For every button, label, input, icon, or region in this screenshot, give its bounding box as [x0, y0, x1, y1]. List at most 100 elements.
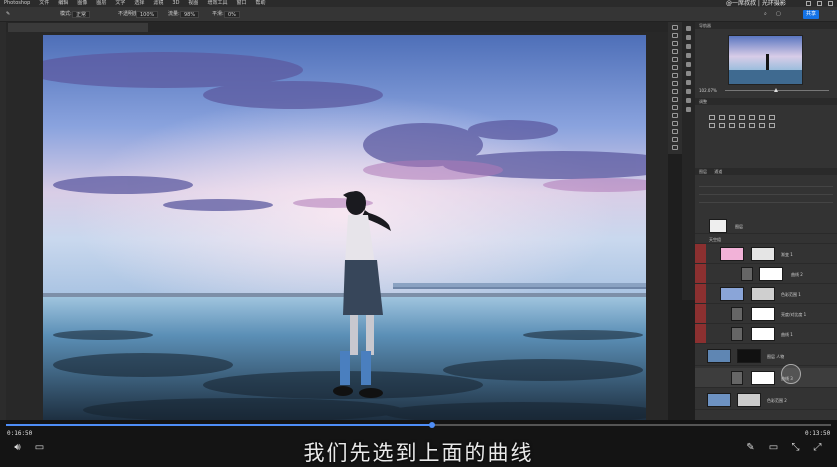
brush-tool-icon[interactable]: ✎ [6, 7, 10, 22]
healing-tool-icon[interactable] [672, 65, 678, 70]
lock-row[interactable] [699, 195, 833, 203]
layer-row[interactable]: 曲线 1 [695, 324, 837, 344]
menu-item-help[interactable]: 帮助 [255, 0, 265, 7]
pen-tool-icon[interactable] [672, 121, 678, 126]
marquee-tool-icon[interactable] [672, 33, 678, 38]
threshold-adjustment-icon[interactable] [769, 123, 775, 128]
zoom-slider-knob[interactable] [774, 88, 778, 92]
libraries-panel-icon[interactable] [686, 107, 691, 112]
zoom-value[interactable]: 102.07% [699, 88, 717, 93]
levels-adjustment-icon[interactable] [719, 115, 725, 120]
menu-item-edit[interactable]: 编辑 [58, 0, 68, 7]
balance-adjustment-icon[interactable] [769, 115, 775, 120]
layer-row[interactable]: 图层 [695, 218, 837, 234]
character-panel-icon[interactable] [686, 62, 691, 67]
menu-item-file[interactable]: 文件 [39, 0, 49, 7]
brush-panel-icon[interactable] [686, 53, 691, 58]
canvas-photo[interactable] [43, 35, 646, 425]
menu-item-view[interactable]: 视图 [188, 0, 198, 7]
hand-tool-icon[interactable] [672, 137, 678, 142]
channels-tab[interactable]: 通道 [714, 169, 722, 174]
menu-item-layer[interactable]: 图层 [96, 0, 106, 7]
video-progress-bar[interactable] [6, 422, 831, 428]
invert-adjustment-icon[interactable] [749, 123, 755, 128]
properties-panel-icon[interactable] [686, 89, 691, 94]
gradient-tool-icon[interactable] [672, 105, 678, 110]
fullscreen-icon[interactable]: ⤢ [812, 442, 823, 453]
photo-filter-adjustment-icon[interactable] [719, 123, 725, 128]
menu-item-plugins[interactable]: 增效工具 [207, 0, 227, 7]
shrink-icon[interactable]: ⤡ [790, 442, 801, 453]
danmaku-icon[interactable]: ▭ [34, 442, 45, 453]
screen-icon[interactable]: ▭ [768, 442, 779, 453]
info-panel-icon[interactable] [686, 80, 691, 85]
layer-row[interactable]: 渐变 1 [695, 244, 837, 264]
paragraph-panel-icon[interactable] [686, 71, 691, 76]
layer-name: 色彩范围 1 [781, 292, 801, 297]
smooth-field[interactable]: 0% [224, 11, 240, 18]
move-tool-icon[interactable] [672, 25, 678, 30]
layer-row[interactable]: 色彩范围 2 [695, 390, 837, 410]
brightness-adjustment-icon[interactable] [709, 115, 715, 120]
type-tool-icon[interactable] [672, 129, 678, 134]
layer-row[interactable]: 亮度/对比度 1 [695, 304, 837, 324]
menu-item-filter[interactable]: 滤镜 [153, 0, 163, 7]
document-tab[interactable] [8, 23, 148, 32]
eraser-tool-icon[interactable] [672, 97, 678, 102]
lasso-tool-icon[interactable] [672, 41, 678, 46]
mode-select[interactable]: 正常 [72, 11, 91, 18]
layer-name: 曲线 1 [781, 332, 793, 337]
posterize-adjustment-icon[interactable] [759, 123, 765, 128]
adjustments-header[interactable]: 调整 [695, 98, 837, 105]
volume-icon[interactable]: 🔊︎ [12, 442, 23, 453]
swatches-panel-icon[interactable] [686, 44, 691, 49]
pen-icon[interactable]: ✎ [745, 442, 756, 453]
stamp-tool-icon[interactable] [672, 81, 678, 86]
brush-tool-strip-icon[interactable] [672, 73, 678, 78]
layer-filter-row[interactable] [699, 179, 833, 187]
exposure-adjustment-icon[interactable] [739, 115, 745, 120]
video-progress-handle[interactable] [428, 422, 435, 428]
close-icon[interactable] [828, 1, 833, 6]
opacity-field[interactable]: 100% [136, 11, 159, 18]
mode-label: 模式: [60, 11, 72, 17]
navigator-header[interactable]: 导航器 [695, 22, 837, 29]
menu-item-image[interactable]: 图像 [77, 0, 87, 7]
channel-mixer-adjustment-icon[interactable] [729, 123, 735, 128]
dodge-tool-icon[interactable] [672, 113, 678, 118]
search-icon[interactable]: ⌕ [764, 7, 767, 22]
workspace-icon[interactable]: ▢ [776, 7, 781, 22]
lookup-adjustment-icon[interactable] [739, 123, 745, 128]
crop-tool-icon[interactable] [672, 49, 678, 54]
flow-field[interactable]: 98% [180, 11, 200, 18]
layer-row-selected[interactable]: 曲线 3 [695, 364, 837, 388]
layer-row[interactable]: 曲线 2 [695, 264, 837, 284]
hue-adjustment-icon[interactable] [759, 115, 765, 120]
curves-adjustment-icon[interactable] [729, 115, 735, 120]
color-panel-icon[interactable] [686, 35, 691, 40]
actions-panel-icon[interactable] [686, 98, 691, 103]
bw-adjustment-icon[interactable] [709, 123, 715, 128]
video-player-bar: 0:16:50 0:13:50 我们先选到上面的曲线 🔊︎ ▭ ✎ ▭ ⤡ ⤢ [0, 420, 837, 467]
menu-item-window[interactable]: 窗口 [236, 0, 246, 7]
layer-color-tag [695, 324, 706, 343]
menu-item-type[interactable]: 文字 [115, 0, 125, 7]
zoom-tool-icon[interactable] [672, 145, 678, 150]
navigator-thumbnail[interactable] [728, 35, 803, 85]
minimize-icon[interactable] [806, 1, 811, 6]
layer-row[interactable]: 色彩范围 1 [695, 284, 837, 304]
history-panel-icon[interactable] [686, 26, 691, 31]
options-bar: ✎ 模式: 正常 不透明度: 100% 流量: 98% 平滑: 0% ⌕ ▢ 共… [0, 7, 837, 22]
maximize-icon[interactable] [817, 1, 822, 6]
vibrance-adjustment-icon[interactable] [749, 115, 755, 120]
eyedropper-tool-icon[interactable] [672, 57, 678, 62]
menu-item-select[interactable]: 选择 [134, 0, 144, 7]
layer-group-row[interactable]: 天空组 [695, 234, 837, 244]
history-brush-tool-icon[interactable] [672, 89, 678, 94]
menu-item-app[interactable]: Photoshop [4, 0, 30, 7]
menu-item-3d[interactable]: 3D [172, 0, 179, 7]
layer-row[interactable]: 图层 人物 [695, 346, 837, 366]
blend-mode-row[interactable] [699, 187, 833, 195]
layers-tab[interactable]: 图层 [699, 169, 707, 174]
share-button[interactable]: 共享 [803, 10, 819, 19]
